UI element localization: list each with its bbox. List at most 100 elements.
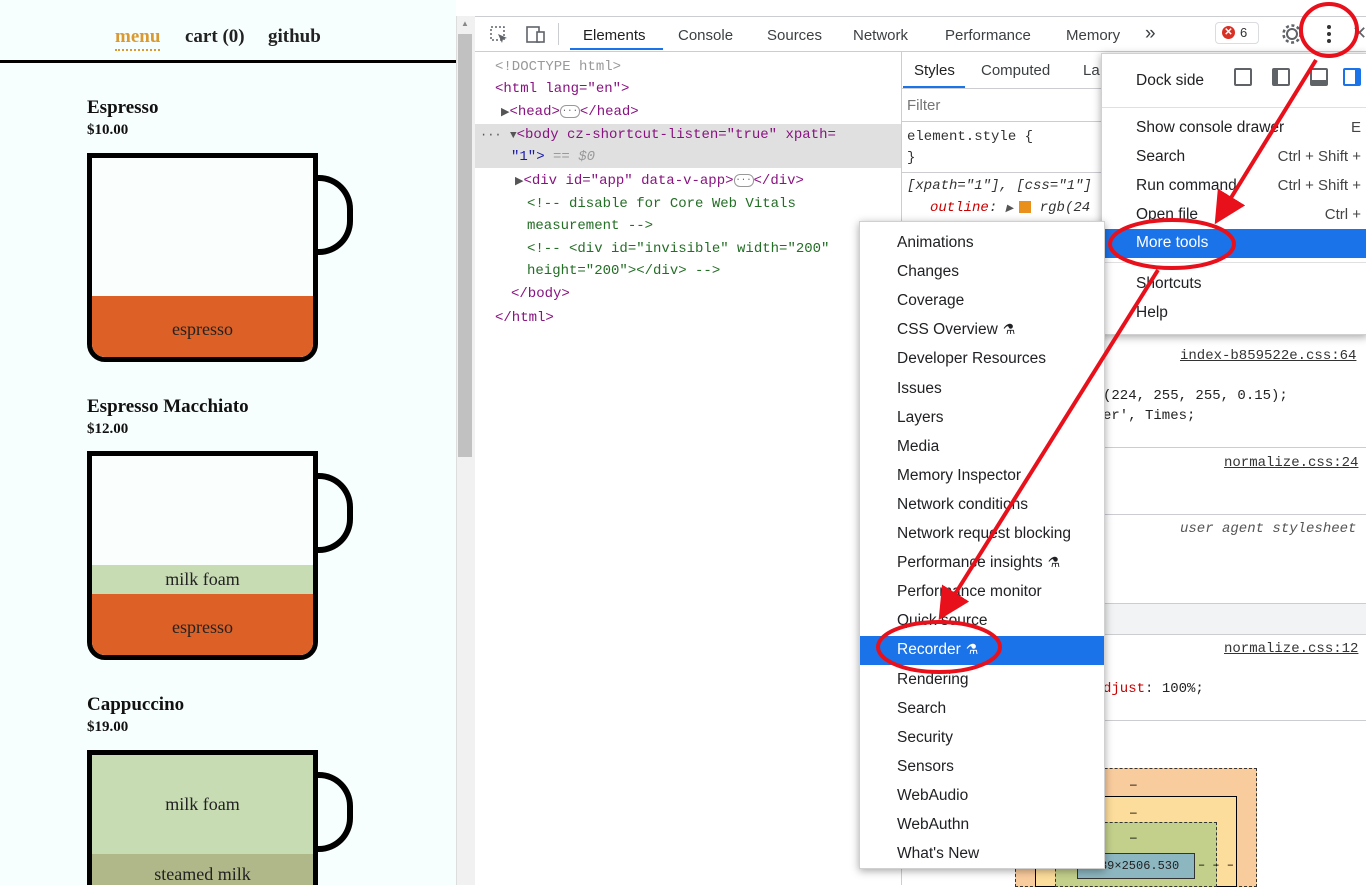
- dom-node-div-app[interactable]: ▶<div id="app" data-v-app> ··· </div>: [515, 172, 804, 191]
- menu-item-help[interactable]: Help: [1102, 299, 1366, 328]
- tab-memory[interactable]: Memory: [1066, 27, 1120, 44]
- node-actions-ellipsis-icon[interactable]: ···: [480, 128, 502, 142]
- more-tools-item-webauthn[interactable]: WebAuthn: [860, 811, 1104, 840]
- active-tab-indicator: [570, 48, 663, 50]
- selected-node-marker: == $0: [553, 149, 596, 165]
- menu-item-run-command[interactable]: Run command Ctrl + Shift +: [1102, 172, 1366, 201]
- coffee-cup[interactable]: milk foam steamed milk: [87, 750, 318, 885]
- tab-network[interactable]: Network: [853, 27, 908, 44]
- more-tools-item-developer-resources[interactable]: Developer Resources: [860, 345, 1104, 374]
- outline-declaration[interactable]: outline: ▶ rgb(24: [930, 199, 1090, 219]
- menu-item-search[interactable]: Search Ctrl + Shift +: [1102, 143, 1366, 172]
- menu-item-show-console-drawer[interactable]: Show console drawer E: [1102, 114, 1366, 143]
- more-tools-item-webaudio[interactable]: WebAudio: [860, 782, 1104, 811]
- normalize-link[interactable]: normalize.css:12: [1224, 640, 1358, 658]
- dock-bottom-icon[interactable]: [1310, 68, 1328, 86]
- nav-menu-link[interactable]: menu: [115, 26, 161, 51]
- dom-body-close[interactable]: </body>: [511, 285, 570, 303]
- more-tools-item-css-overview[interactable]: CSS Overview ⚗: [860, 316, 1104, 345]
- more-tools-item-quick-source[interactable]: Quick source: [860, 607, 1104, 636]
- styles-filter-input[interactable]: [905, 93, 1099, 117]
- scroll-up-arrow-icon[interactable]: ▲: [459, 19, 471, 29]
- tab-sources[interactable]: Sources: [767, 27, 822, 44]
- menu-item-label: Open file: [1136, 206, 1199, 223]
- dom-node-doctype[interactable]: <!DOCTYPE html>: [495, 58, 621, 76]
- more-tools-item-recorder[interactable]: Recorder ⚗: [860, 636, 1104, 666]
- menu-divider: [1102, 262, 1366, 263]
- more-tools-item-coverage[interactable]: Coverage: [860, 287, 1104, 316]
- more-tools-item-what-s-new[interactable]: What's New: [860, 840, 1104, 869]
- html-open-tag: <html lang="en">: [495, 81, 630, 97]
- menu-item-label: Animations: [897, 234, 974, 251]
- more-tools-item-issues[interactable]: Issues: [860, 375, 1104, 404]
- more-tools-item-sensors[interactable]: Sensors: [860, 753, 1104, 782]
- menu-item-open-file[interactable]: Open file Ctrl +: [1102, 201, 1366, 230]
- menu-item-label: Performance insights: [897, 554, 1043, 572]
- menu-item-label: Developer Resources: [897, 350, 1047, 368]
- more-tools-item-rendering[interactable]: Rendering: [860, 666, 1104, 695]
- tab-computed[interactable]: Computed: [981, 62, 1050, 79]
- dom-node-html[interactable]: <html lang="en">: [495, 80, 629, 98]
- dom-comment[interactable]: height="200"></div> -->: [527, 262, 720, 280]
- text-size-adjust-declaration[interactable]: djust: 100%;: [1103, 680, 1204, 698]
- dom-html-close[interactable]: </html>: [495, 309, 554, 327]
- device-toolbar-icon[interactable]: [524, 25, 546, 45]
- more-tools-item-search[interactable]: Search: [860, 695, 1104, 724]
- more-tools-item-changes[interactable]: Changes: [860, 258, 1104, 287]
- body-open-tag: <body cz-shortcut-listen="true" xpath=: [516, 127, 836, 143]
- dock-right-icon[interactable]: [1343, 68, 1361, 86]
- tab-layout[interactable]: La: [1083, 62, 1100, 79]
- cup-layer-steamed-milk: steamed milk: [92, 854, 313, 885]
- stylesheet-link[interactable]: index-b859522e.css:64: [1180, 347, 1356, 365]
- ellipsis-icon[interactable]: ···: [733, 173, 754, 187]
- more-tools-item-network-conditions[interactable]: Network conditions: [860, 491, 1104, 520]
- menu-item-more-tools[interactable]: More tools: [1102, 229, 1366, 258]
- error-count: 6: [1240, 25, 1248, 40]
- color-swatch-icon[interactable]: [1019, 201, 1032, 214]
- more-tools-item-animations[interactable]: Animations: [860, 229, 1104, 258]
- kebab-menu-icon[interactable]: [1322, 23, 1336, 45]
- settings-gear-icon[interactable]: [1281, 23, 1303, 45]
- more-tools-item-layers[interactable]: Layers: [860, 404, 1104, 433]
- dom-node-head[interactable]: ▶<head> ··· </head>: [501, 103, 639, 122]
- more-tools-item-performance-insights[interactable]: Performance insights ⚗: [860, 549, 1104, 578]
- dom-node-body[interactable]: ··· ▼<body cz-shortcut-listen="true" xpa…: [480, 126, 836, 145]
- experimental-flask-icon: ⚗: [965, 641, 979, 658]
- more-tabs-chevron-icon[interactable]: »: [1145, 23, 1156, 45]
- more-tools-item-memory-inspector[interactable]: Memory Inspector: [860, 462, 1104, 491]
- more-tools-item-network-request-blocking[interactable]: Network request blocking: [860, 520, 1104, 549]
- nav-github-link[interactable]: github: [268, 26, 321, 48]
- tab-styles[interactable]: Styles: [914, 62, 955, 79]
- dom-comment[interactable]: <!-- disable for Core Web Vitals: [527, 195, 796, 213]
- coffee-cup[interactable]: milk foam espresso: [87, 451, 318, 660]
- element-style-rule[interactable]: element.style {: [907, 128, 1033, 146]
- xpath-rule-selector[interactable]: [xpath="1"], [css="1"]: [907, 177, 1092, 195]
- head-close-tag: </head>: [579, 104, 639, 120]
- inspect-element-icon[interactable]: [489, 25, 509, 45]
- dom-comment[interactable]: <!-- <div id="invisible" width="200": [527, 240, 829, 258]
- toolbar-divider: [558, 23, 559, 45]
- dom-node-body-cont[interactable]: "1"> == $0: [511, 148, 595, 166]
- more-tools-item-security[interactable]: Security: [860, 724, 1104, 753]
- dock-left-icon[interactable]: [1272, 68, 1290, 86]
- menu-item-label: Coverage: [897, 292, 965, 310]
- menu-item-shortcut: Ctrl + Shift +: [1277, 148, 1361, 165]
- more-tools-item-performance-monitor[interactable]: Performance monitor: [860, 578, 1104, 607]
- menu-item-shortcuts[interactable]: Shortcuts: [1102, 270, 1366, 299]
- menu-item-shortcut: E: [1350, 119, 1361, 136]
- error-count-badge[interactable]: ✕ 6: [1215, 22, 1259, 44]
- tab-performance[interactable]: Performance: [945, 27, 1031, 44]
- scrollbar-thumb[interactable]: [458, 34, 472, 457]
- close-devtools-icon[interactable]: ✕: [1352, 23, 1366, 44]
- ellipsis-icon[interactable]: ···: [559, 104, 580, 118]
- normalize-link[interactable]: normalize.css:24: [1224, 454, 1358, 472]
- coffee-cup[interactable]: espresso: [87, 153, 318, 362]
- tab-elements[interactable]: Elements: [583, 27, 646, 44]
- dom-comment[interactable]: measurement -->: [527, 217, 653, 235]
- tab-console[interactable]: Console: [678, 27, 733, 44]
- adjust-prop: djust: [1103, 681, 1146, 697]
- nav-cart-link[interactable]: cart (0): [185, 26, 245, 48]
- collapse-triangle-icon[interactable]: ▼: [510, 130, 517, 142]
- dock-undock-icon[interactable]: [1234, 68, 1252, 86]
- more-tools-item-media[interactable]: Media: [860, 433, 1104, 462]
